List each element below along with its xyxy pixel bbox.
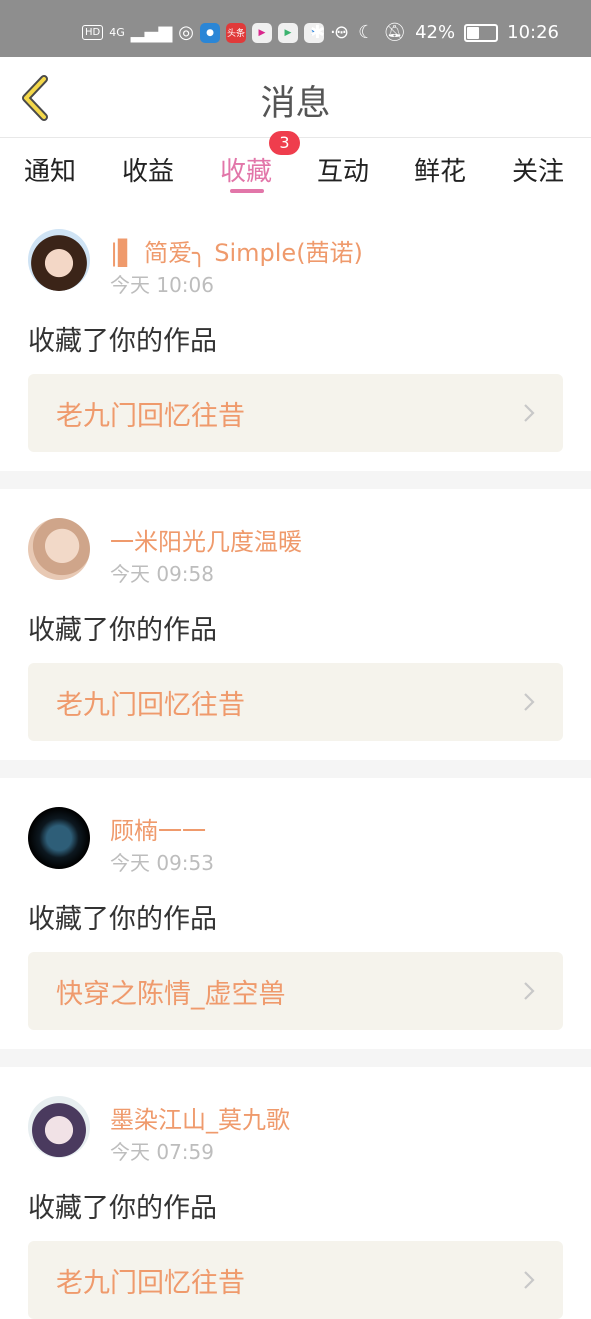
message-card: |▌ 简爱╮ Simple(茜诺) 今天 10:06 收藏了你的作品 老九门回忆… [0, 199, 591, 471]
tab-follows[interactable]: 关注 [512, 151, 564, 188]
battery-icon [464, 23, 499, 42]
message-time: 今天 10:06 [110, 273, 214, 297]
chevron-right-icon [524, 1271, 535, 1289]
chevron-right-icon [524, 693, 535, 711]
card-divider [0, 471, 591, 489]
signal-label: 4G [109, 26, 125, 39]
status-right: ✱ ⊙ ☾ 🔕︎ 42% 10:26 [310, 22, 559, 43]
status-left: HD 4G ▂▄▆ ◎ ● 头条 ▶ ▶ ➤ ··· [82, 22, 347, 43]
app-header: 消息 [0, 57, 591, 138]
toutiao-app-icon: 头条 [226, 22, 247, 43]
work-title: 老九门回忆往昔 [56, 690, 245, 721]
sender-name[interactable]: 墨染江山_莫九歌 [110, 1100, 290, 1135]
message-card: 顾楠一一 今天 09:53 收藏了你的作品 快穿之陈情_虚空兽 [0, 778, 591, 1049]
player-app-icon: ▶ [278, 22, 299, 43]
battery-percent: 42% [415, 22, 456, 43]
tab-favorites[interactable]: 收藏 [220, 151, 272, 188]
message-card: 一米阳光几度温暖 今天 09:58 收藏了你的作品 老九门回忆往昔 [0, 489, 591, 760]
active-tab-indicator [230, 189, 264, 193]
avatar[interactable] [28, 229, 90, 291]
message-card: 墨染江山_莫九歌 今天 07:59 收藏了你的作品 老九门回忆往昔 [0, 1067, 591, 1319]
page-title: 消息 [260, 84, 331, 124]
work-link[interactable]: 老九门回忆往昔 [28, 1241, 563, 1319]
work-link[interactable]: 快穿之陈情_虚空兽 [28, 952, 563, 1030]
message-action: 收藏了你的作品 [28, 1193, 217, 1224]
moon-icon: ☾ [358, 22, 375, 43]
message-action: 收藏了你的作品 [28, 326, 217, 357]
tab-flowers[interactable]: 鲜花 [414, 151, 466, 188]
sender-name[interactable]: |▌ 简爱╮ Simple(茜诺) [110, 233, 363, 268]
message-time: 今天 09:58 [110, 562, 214, 586]
work-link[interactable]: 老九门回忆往昔 [28, 663, 563, 741]
browser-app-icon: ● [200, 22, 221, 43]
message-time: 今天 07:59 [110, 1140, 214, 1164]
work-title: 老九门回忆往昔 [56, 401, 245, 432]
message-action: 收藏了你的作品 [28, 904, 217, 935]
hotspot-icon: ◎ [178, 22, 195, 43]
sender-name[interactable]: 顾楠一一 [110, 811, 206, 846]
video-app-icon: ▶ [252, 22, 273, 43]
chevron-right-icon [524, 404, 535, 422]
tab-earnings[interactable]: 收益 [122, 151, 174, 188]
card-divider [0, 1049, 591, 1067]
hd-icon: HD [82, 25, 104, 40]
message-time: 今天 09:53 [110, 851, 214, 875]
avatar[interactable] [28, 1096, 90, 1158]
work-title: 快穿之陈情_虚空兽 [56, 979, 286, 1010]
status-bar: HD 4G ▂▄▆ ◎ ● 头条 ▶ ▶ ➤ ··· ✱ ⊙ ☾ 🔕︎ 42% … [0, 0, 591, 57]
signal-bars-icon: ▂▄▆ [130, 22, 173, 43]
location-icon: ⊙ [334, 22, 350, 43]
work-title: 老九门回忆往昔 [56, 1268, 245, 1299]
chevron-right-icon [524, 982, 535, 1000]
mute-icon: 🔕︎ [383, 22, 407, 43]
avatar[interactable] [28, 807, 90, 869]
sender-name[interactable]: 一米阳光几度温暖 [110, 522, 302, 557]
clock: 10:26 [507, 22, 559, 43]
card-divider [0, 760, 591, 778]
favorites-badge: 3 [269, 131, 300, 155]
avatar[interactable] [28, 518, 90, 580]
tab-interactions[interactable]: 互动 [317, 151, 369, 188]
bluetooth-icon: ✱ [309, 22, 326, 43]
work-link[interactable]: 老九门回忆往昔 [28, 374, 563, 452]
tab-notifications[interactable]: 通知 [24, 151, 76, 188]
message-action: 收藏了你的作品 [28, 615, 217, 646]
